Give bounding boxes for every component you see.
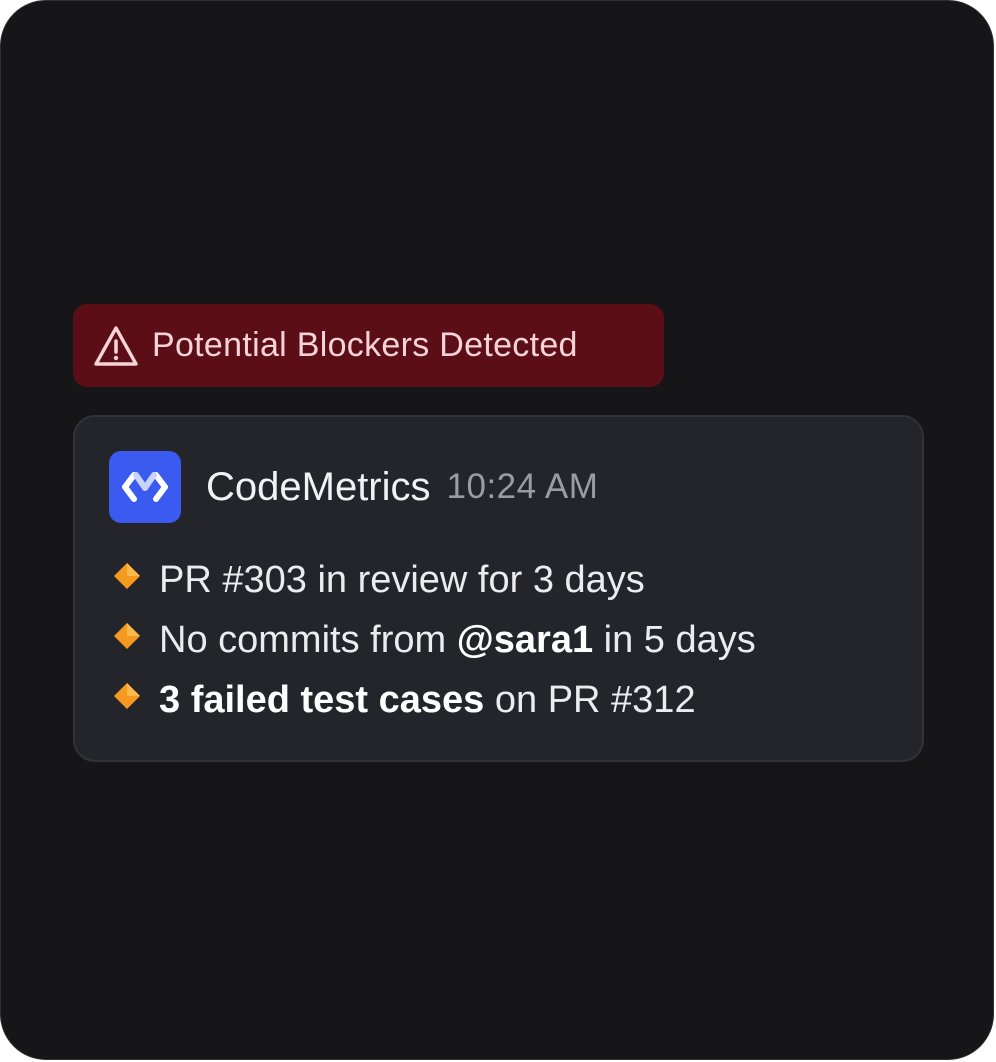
orange-diamond-icon bbox=[114, 623, 140, 649]
message-card: CodeMetrics 10:24 AM PR #303 in review f… bbox=[73, 415, 924, 762]
blocker-alert-badge: Potential Blockers Detected bbox=[73, 304, 664, 387]
item-text-after: on PR #312 bbox=[484, 678, 696, 721]
item-text-before: No commits from bbox=[159, 618, 457, 661]
item-text-after: in 5 days bbox=[593, 618, 756, 661]
failed-tests-text: 3 failed test cases bbox=[159, 678, 485, 721]
message-timestamp: 10:24 AM bbox=[446, 467, 599, 506]
app-frame: Potential Blockers Detected CodeMetrics … bbox=[0, 0, 994, 1060]
alert-title: Potential Blockers Detected bbox=[152, 326, 578, 364]
orange-diamond-icon bbox=[114, 563, 140, 589]
sender-name[interactable]: CodeMetrics bbox=[206, 465, 431, 510]
list-item: PR #303 in review for 3 days bbox=[113, 550, 756, 610]
user-mention[interactable]: @sara1 bbox=[457, 619, 593, 662]
list-item: 3 failed test cases on PR #312 bbox=[113, 670, 756, 730]
list-item: No commits from @sara1 in 5 days bbox=[113, 610, 756, 670]
blocker-list: PR #303 in review for 3 days No commits … bbox=[113, 550, 756, 730]
codemetrics-logo-icon[interactable] bbox=[109, 451, 181, 523]
warning-triangle-icon bbox=[93, 324, 139, 368]
orange-diamond-icon bbox=[114, 683, 140, 709]
message-header: CodeMetrics 10:24 AM bbox=[109, 451, 598, 523]
item-text: PR #303 in review for 3 days bbox=[159, 558, 645, 601]
